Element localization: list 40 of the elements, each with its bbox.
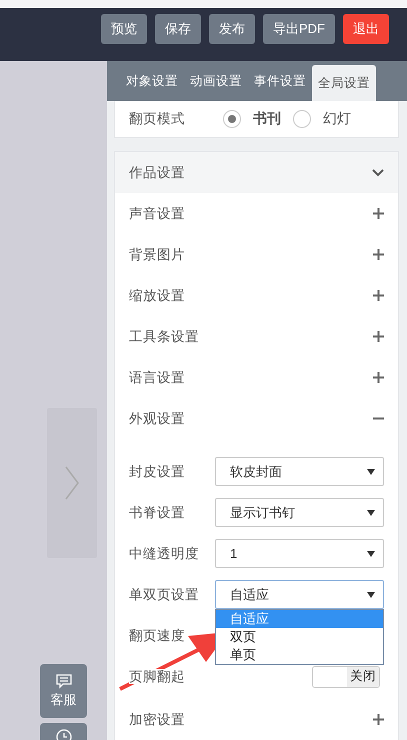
field-label: 封皮设置 (129, 464, 185, 478)
toolbar-button[interactable]: 导出PDF (263, 14, 335, 44)
customer-service-button[interactable]: 客服 (40, 664, 87, 718)
toggle-switch[interactable]: 关闭 (312, 666, 380, 688)
section-title: 外观设置 (129, 410, 185, 428)
section-row[interactable]: 声音设置 (115, 193, 398, 234)
radio-label: 幻灯 (323, 110, 351, 128)
section-row[interactable]: 外观设置 (115, 398, 398, 439)
section-row[interactable]: 加密设置 (115, 699, 398, 740)
settings-tab[interactable]: 事件设置 (248, 61, 312, 101)
radio-label: 书刊 (253, 110, 281, 128)
accordion-header[interactable]: 作品设置 (115, 152, 398, 193)
exit-button[interactable]: 退出 (343, 14, 389, 44)
section-title: 语言设置 (129, 368, 185, 386)
section-row[interactable]: 语言设置 (115, 357, 398, 398)
field-label: 翻页速度 (129, 628, 185, 642)
toolbar-button[interactable]: 发布 (209, 14, 255, 44)
field-label: 页脚翻起 (129, 668, 185, 684)
field-label: 单双页设置 (129, 586, 199, 602)
settings-tab[interactable]: 对象设置 (120, 61, 184, 101)
section-title: 背景图片 (129, 246, 185, 264)
section-row[interactable]: 工具条设置 (115, 316, 398, 357)
settings-tab[interactable]: 动画设置 (184, 61, 248, 101)
toolbar-button[interactable]: 保存 (155, 14, 201, 44)
field-label: 书脊设置 (129, 504, 185, 520)
select-field[interactable]: 自适应 (215, 580, 384, 609)
select-field[interactable]: 1 (215, 539, 384, 568)
section-title: 工具条设置 (129, 328, 199, 346)
section-row[interactable]: 缩放设置 (115, 275, 398, 316)
select-field[interactable]: 显示订书钉 (215, 498, 384, 527)
section-title: 声音设置 (129, 204, 185, 222)
toolbar-button[interactable]: 预览 (101, 14, 147, 44)
field-label: 翻页模式 (129, 110, 186, 128)
section-row[interactable]: 背景图片 (115, 234, 398, 275)
field-label: 中缝透明度 (129, 546, 199, 560)
section-title: 作品设置 (129, 164, 185, 182)
section-title: 缩放设置 (129, 286, 185, 304)
select-field[interactable]: 软皮封面 (215, 457, 384, 486)
settings-tab[interactable]: 全局设置 (312, 65, 376, 101)
section-title: 加密设置 (129, 710, 185, 728)
